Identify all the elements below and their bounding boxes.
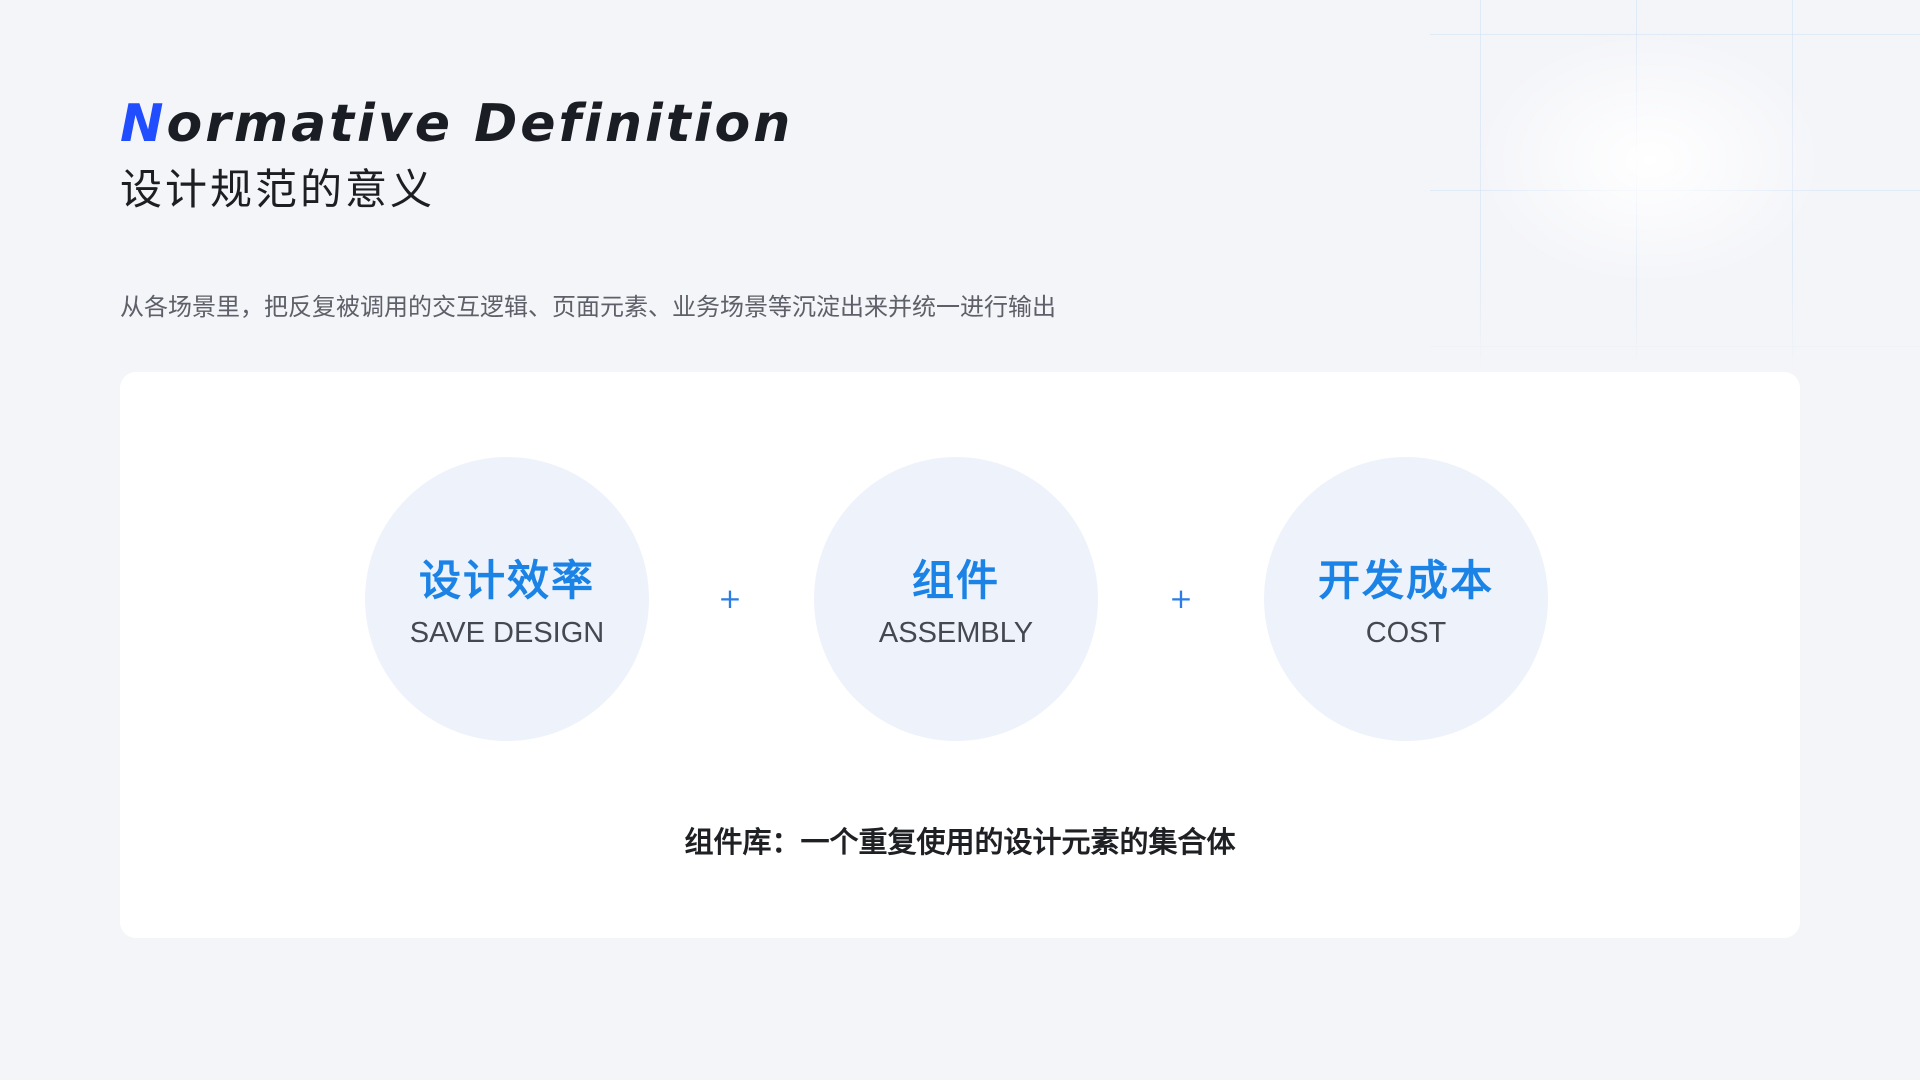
page-title-en: Normative Definition: [120, 88, 793, 160]
concept-subtitle: ASSEMBLY: [878, 617, 1034, 649]
concept-title: 组件: [911, 556, 1000, 605]
content-card: 设计效率 SAVE DESIGN + 组件 ASSEMBLY + 开发成本 CO…: [120, 372, 1800, 938]
concept-title: 设计效率: [418, 556, 595, 605]
page-title-cn: 设计规范的意义: [120, 165, 436, 214]
page-description: 从各场景里，把反复被调用的交互逻辑、页面元素、业务场景等沉淀出来并统一进行输出: [120, 293, 1056, 321]
concept-subtitle: SAVE DESIGN: [409, 617, 605, 649]
concept-subtitle: COST: [1365, 617, 1447, 649]
plus-operator: +: [1169, 582, 1193, 615]
title-en-rest: ormative Definition: [166, 94, 794, 154]
concept-circle-design-efficiency: 设计效率 SAVE DESIGN: [365, 457, 649, 741]
title-accent-letter: N: [120, 94, 167, 154]
concept-circle-cost: 开发成本 COST: [1264, 457, 1548, 741]
concept-title: 开发成本: [1317, 556, 1494, 605]
summary-text: 组件库：一个重复使用的设计元素的集合体: [684, 825, 1236, 859]
plus-operator: +: [718, 582, 742, 615]
decorative-grid-background: [1430, 0, 1920, 370]
concept-circle-assembly: 组件 ASSEMBLY: [814, 457, 1098, 741]
